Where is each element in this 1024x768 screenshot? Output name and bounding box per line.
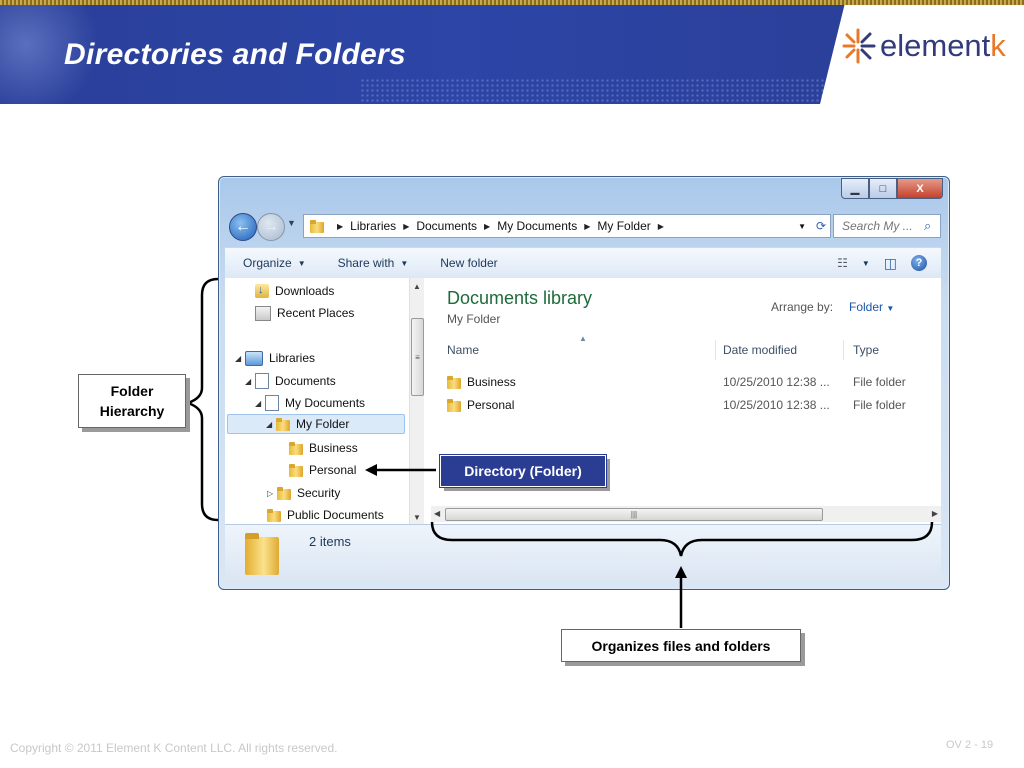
directory-folder-callout: Directory (Folder): [440, 455, 606, 487]
footer-copyright: Copyright © 2011 Element K Content LLC. …: [10, 741, 338, 755]
organizes-callout: Organizes files and folders: [561, 629, 801, 662]
organizes-arrowhead: [675, 566, 687, 578]
bottom-brace: [430, 521, 934, 557]
directory-arrowhead: [365, 464, 377, 476]
folder-hierarchy-callout: Folder Hierarchy: [78, 374, 186, 428]
left-brace: [184, 277, 219, 522]
page-number: OV 2 - 19: [946, 739, 994, 751]
